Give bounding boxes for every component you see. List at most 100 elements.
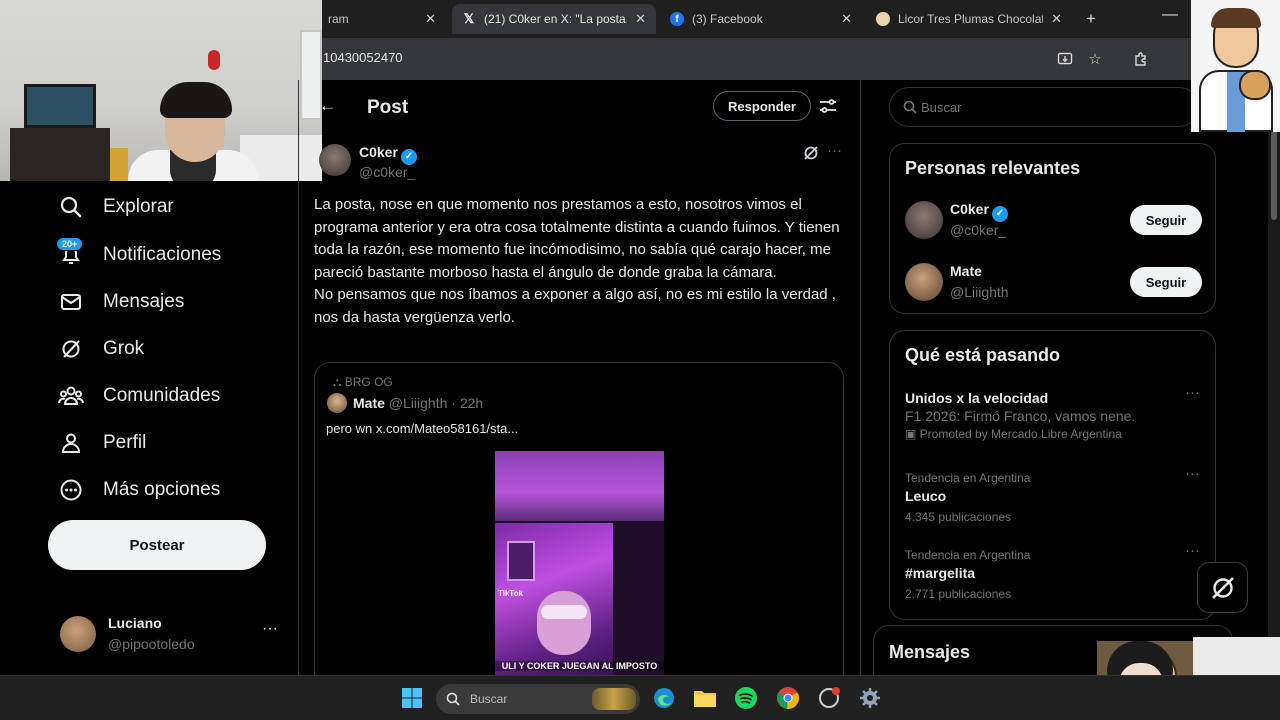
trend-count: 4.345 publicaciones	[905, 510, 1012, 524]
follow-button[interactable]: Seguir	[1130, 205, 1202, 235]
file-explorer-icon[interactable]	[692, 685, 718, 711]
card-title: Personas relevantes	[905, 158, 1081, 178]
grok-icon	[1211, 576, 1234, 599]
page-scrollbar[interactable]	[1268, 80, 1280, 675]
person-row[interactable]: C0ker ✓ @c0ker_ Seguir	[905, 201, 1205, 245]
close-tab-icon[interactable]: ✕	[1051, 11, 1062, 27]
new-tab-button[interactable]: +	[1076, 4, 1102, 34]
facebook-icon: f	[670, 12, 684, 26]
post-button[interactable]: Postear	[48, 520, 266, 570]
webcam-cap	[208, 50, 220, 70]
post-more-icon[interactable]: ···	[827, 142, 842, 159]
more-icon[interactable]: ···	[262, 620, 278, 638]
nav-label: Comunidades	[103, 385, 221, 406]
webcam-person-hair	[160, 82, 232, 118]
more-circle-icon	[58, 477, 84, 503]
app-icon[interactable]	[816, 685, 842, 711]
person-handle: @c0ker_	[950, 222, 1007, 238]
nav-mas-opciones[interactable]: Más opciones	[58, 475, 220, 505]
quote-video-thumbnail[interactable]: TikTok ULI Y COKER JUEGAN AL IMPOSTO	[495, 451, 664, 675]
tiktok-watermark: TikTok	[498, 589, 524, 598]
settings-icon[interactable]	[857, 685, 883, 711]
video-caption: ULI Y COKER JUEGAN AL IMPOSTO	[495, 661, 664, 671]
relevant-people-card: Personas relevantes C0ker ✓ @c0ker_ Segui…	[889, 143, 1216, 314]
trend-name: #margelita	[905, 565, 976, 581]
people-icon	[58, 383, 84, 409]
author-name-text: C0ker	[359, 144, 398, 160]
windows-start-icon[interactable]	[399, 685, 425, 711]
post-detail: ← Post Responder C0ker ✓ @c0ker_ ··· La p…	[299, 80, 860, 675]
author-avatar[interactable]	[319, 144, 351, 176]
person-name: C0ker ✓	[950, 201, 1008, 222]
person-handle: @Liiighth	[950, 284, 1009, 300]
messages-title: Mensajes	[889, 642, 971, 662]
scrollbar-thumb[interactable]	[1271, 130, 1277, 220]
search-icon	[446, 692, 460, 706]
grok-floating-button[interactable]	[1197, 562, 1248, 613]
nav-label: Más opciones	[103, 479, 221, 500]
author-handle[interactable]: @c0ker_	[359, 164, 415, 180]
trend-item[interactable]: Tendencia en Argentina Leuco 4.345 publi…	[905, 465, 1205, 524]
tab-label: ram	[328, 12, 349, 26]
person-icon	[58, 430, 84, 456]
trend-name: Unidos x la velocidad	[905, 390, 1049, 406]
tab-x-post[interactable]: 𝕏 (21) C0ker en X: "La posta, n ✕	[452, 4, 656, 34]
sliders-icon[interactable]	[818, 96, 838, 116]
trend-item[interactable]: Tendencia en Argentina #margelita 2.771 …	[905, 542, 1205, 601]
grok-explain-icon[interactable]	[802, 144, 820, 162]
close-tab-icon[interactable]: ✕	[841, 11, 852, 27]
nav-grok[interactable]: Grok	[58, 334, 144, 364]
post-text: La posta, nose en que momento nos presta…	[314, 196, 840, 326]
trend-item[interactable]: Unidos x la velocidad F1 2026: Firmó Fra…	[905, 384, 1205, 441]
edge-icon[interactable]	[651, 685, 677, 711]
nav-mensajes[interactable]: Mensajes	[58, 287, 184, 317]
account-handle: @pipootoledo	[108, 636, 195, 652]
trend-more-icon[interactable]: ···	[1185, 384, 1200, 401]
quote-author-handle: @Liiighth · 22h	[388, 395, 484, 411]
trend-more-icon[interactable]: ···	[1185, 542, 1200, 559]
install-app-icon[interactable]	[1054, 48, 1076, 70]
back-arrow-icon[interactable]: ←	[319, 96, 336, 116]
taskbar-search[interactable]: Buscar	[436, 684, 640, 714]
windows-taskbar: Buscar	[0, 675, 1280, 720]
promoted-icon: ▣	[905, 427, 920, 441]
url-field[interactable]: 10430052470	[323, 50, 403, 65]
envelope-icon	[58, 289, 84, 315]
avatar	[60, 616, 96, 652]
bookmark-star-icon[interactable]: ☆	[1084, 48, 1106, 70]
trend-more-icon[interactable]: ···	[1185, 465, 1200, 482]
extensions-icon[interactable]	[1130, 48, 1152, 70]
tab-label: Licor Tres Plumas Chocolate	[898, 12, 1044, 26]
chrome-icon[interactable]	[775, 685, 801, 711]
quoted-post[interactable]: ⛬ BRG OG Mate @Liiighth · 22h pero wn x.…	[314, 362, 844, 675]
avatar	[905, 263, 943, 301]
nav-comunidades[interactable]: Comunidades	[58, 381, 220, 411]
nav-explorar[interactable]: Explorar	[58, 192, 174, 222]
trend-name: Leuco	[905, 488, 947, 504]
webcam-overlay	[0, 0, 322, 181]
trend-count: 2.771 publicaciones	[905, 587, 1012, 601]
quote-author-name: Mate	[353, 395, 385, 411]
follow-button[interactable]: Seguir	[1130, 267, 1202, 297]
minimize-button[interactable]: —	[1162, 6, 1178, 24]
tab-facebook[interactable]: f (3) Facebook ✕	[660, 4, 862, 34]
search-box[interactable]: Buscar	[889, 87, 1199, 127]
quote-community[interactable]: ⛬ BRG OG	[333, 375, 393, 390]
tab-licor[interactable]: Licor Tres Plumas Chocolate ✕	[866, 4, 1072, 34]
cartoon-overlay-doctor	[1191, 0, 1280, 132]
nav-label: Notificaciones	[103, 244, 222, 265]
author-name[interactable]: C0ker ✓	[359, 144, 417, 165]
reply-button[interactable]: Responder	[713, 91, 811, 121]
person-row[interactable]: Mate @Liiighth Seguir	[905, 263, 1205, 307]
close-tab-icon[interactable]: ✕	[425, 11, 436, 27]
verified-badge-icon: ✓	[400, 148, 417, 165]
spotify-icon[interactable]	[733, 685, 759, 711]
tab-ram[interactable]: ram ✕	[318, 4, 446, 34]
search-icon	[903, 100, 918, 115]
nav-perfil[interactable]: Perfil	[58, 428, 146, 458]
nav-label: Grok	[103, 338, 145, 359]
promoted-text: Promoted by Mercado Libre Argentina	[919, 427, 1122, 441]
account-switcher[interactable]: Luciano @pipootoledo ···	[60, 614, 280, 654]
tab-label: (3) Facebook	[692, 12, 763, 26]
close-tab-icon[interactable]: ✕	[635, 11, 646, 27]
